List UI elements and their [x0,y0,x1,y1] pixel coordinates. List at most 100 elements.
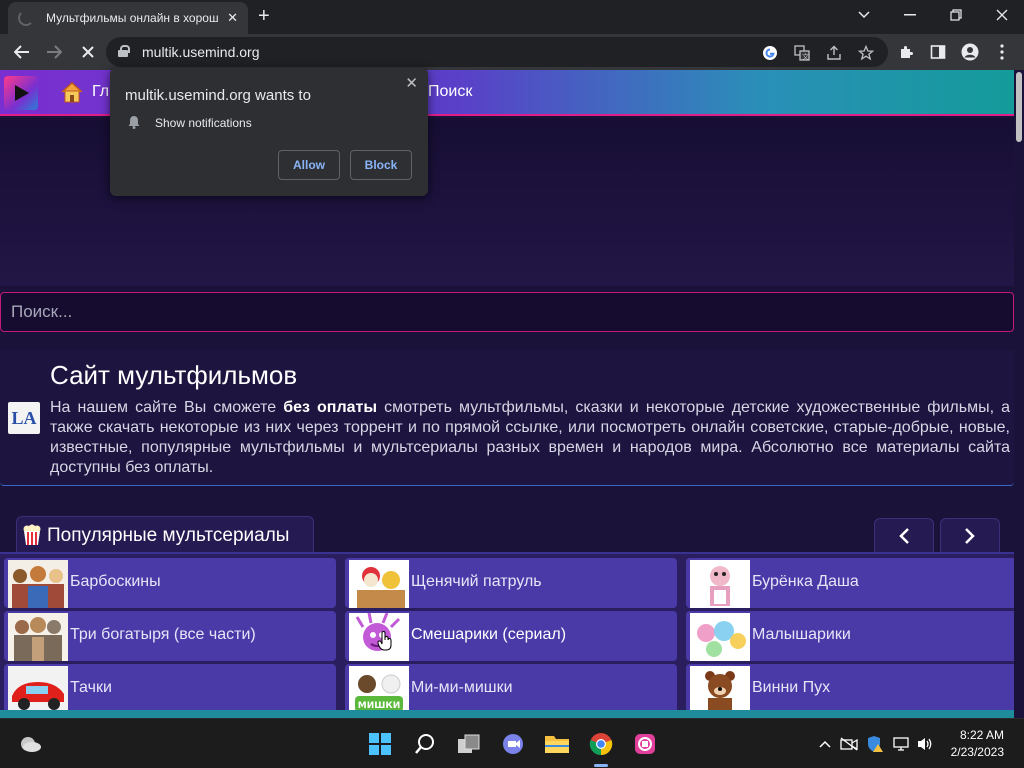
series-thumbnail [8,666,68,714]
lock-icon[interactable] [118,45,130,57]
series-card-label: Винни Пух [752,679,831,696]
camera-off-icon[interactable] [840,735,858,753]
series-thumbnail [349,560,409,608]
page-scrollbar[interactable] [1014,70,1024,718]
scrollbar-thumb[interactable] [1016,72,1022,142]
loading-spinner-icon [18,10,34,26]
close-window-button[interactable] [980,0,1024,30]
extensions-icon[interactable] [896,42,916,62]
menu-kebab-icon[interactable] [992,42,1012,62]
back-button[interactable] [10,40,34,64]
chrome-icon[interactable] [587,730,615,758]
nav-link-search[interactable]: Поиск [428,83,472,101]
series-card-tachki[interactable]: Тачки [4,664,336,714]
task-view-icon[interactable] [455,730,483,758]
hand-cursor-icon [377,631,392,651]
carousel-next-button[interactable] [940,518,1000,552]
nav-link-home[interactable]: Гл [92,83,109,101]
start-windows-icon[interactable] [366,730,394,758]
site-search-input[interactable] [0,292,1014,332]
series-thumbnail: МИШКИ [349,666,409,714]
stop-loading-button[interactable] [76,40,100,64]
teams-chat-icon[interactable] [499,730,527,758]
bell-icon [128,116,140,129]
bookmark-star-icon[interactable] [856,43,876,63]
permission-popup-close-icon[interactable]: ✕ [405,74,418,92]
browser-toolbar: multik.usemind.org 文 [0,34,1024,70]
series-card-tri-bogatyrya[interactable]: Три богатыря (все части) [4,611,336,661]
about-section: Сайт мультфильмов LA На нашем сайте Вы с… [0,350,1014,486]
popcorn-icon [23,524,41,545]
screen: Мультфильмы онлайн в хорош ✕ + multik.us… [0,0,1024,768]
snipping-tool-icon[interactable] [631,730,659,758]
file-explorer-icon[interactable] [543,730,571,758]
about-text-bold: без оплаты [283,399,378,416]
minimize-button[interactable] [888,0,932,30]
close-icon [82,46,94,58]
close-icon [996,9,1008,21]
about-text: На нашем сайте Вы сможете без оплаты смо… [50,398,1010,478]
series-card-paw-patrol[interactable]: Щенячий патруль [345,558,677,608]
series-card-smeshariki[interactable]: Смешарики (сериал) [345,611,677,661]
windows-taskbar: 8:22 AM 2/23/2023 [0,718,1024,768]
page-bottom-strip [0,710,1014,718]
series-card-barboskiny[interactable]: Барбоскины [4,558,336,608]
notification-permission-popup: multik.usemind.org wants to ✕ Show notif… [110,68,428,196]
site-logo-play-icon[interactable] [4,76,38,110]
arrow-right-icon [47,45,62,59]
taskbar-clock[interactable]: 8:22 AM 2/23/2023 [944,727,1004,761]
series-card-burenka-dasha[interactable]: Бурёнка Даша [686,558,1014,608]
weather-widget-icon[interactable] [16,730,44,758]
browser-tabstrip: Мультфильмы онлайн в хорош ✕ + [0,0,1024,34]
series-card-label: Ми-ми-мишки [411,679,513,696]
popular-series-tab[interactable]: Популярные мультсериалы [16,516,314,554]
popular-series-grid: Барбоскины Щенячий патруль Бурёнка Даша … [0,552,1014,718]
chevron-left-icon [899,527,909,544]
about-text-start: На нашем сайте Вы сможете [50,399,284,416]
address-bar[interactable]: multik.usemind.org 文 [106,37,888,67]
permission-description: Show notifications [155,116,252,130]
series-card-vinni-pukh[interactable]: Винни Пух [686,664,1014,714]
tray-overflow-chevron-icon[interactable] [816,735,834,753]
forward-button[interactable] [42,40,66,64]
block-button[interactable]: Block [350,150,412,180]
minimize-icon [904,14,916,16]
restore-icon [950,9,962,21]
clock-date: 2/23/2023 [950,745,1004,759]
share-icon[interactable] [824,43,844,63]
series-card-label: Три богатыря (все части) [70,626,256,643]
active-app-indicator [594,764,608,767]
google-lens-icon[interactable] [760,43,780,63]
translate-icon[interactable]: 文 [792,43,812,63]
series-card-mi-mi-mishki[interactable]: МИШКИ Ми-ми-мишки [345,664,677,714]
permission-popup-title: multik.usemind.org wants to [125,87,311,104]
series-thumbnail [690,560,750,608]
search-icon[interactable] [411,730,439,758]
clock-time: 8:22 AM [959,728,1004,742]
series-thumbnail [8,560,68,608]
series-card-label: Щенячий патруль [411,573,542,590]
svg-text:文: 文 [802,52,809,61]
home-icon[interactable] [60,80,84,104]
allow-button[interactable]: Allow [278,150,340,180]
popular-series-title: Популярные мультсериалы [47,525,290,546]
side-panel-icon[interactable] [928,42,948,62]
address-url[interactable]: multik.usemind.org [142,44,260,60]
tab-close-icon[interactable]: ✕ [227,10,238,26]
series-card-label: Смешарики (сериал) [411,626,567,643]
network-icon[interactable] [892,735,910,753]
profile-avatar-icon[interactable] [960,42,980,62]
chevron-down-icon [858,11,870,19]
series-card-label: Тачки [70,679,112,696]
tab-search-button[interactable] [842,0,886,30]
security-warning-icon[interactable] [866,735,884,753]
series-card-malyshariki[interactable]: Малышарики [686,611,1014,661]
volume-icon[interactable] [916,735,934,753]
restore-button[interactable] [934,0,978,30]
browser-tab[interactable]: Мультфильмы онлайн в хорош ✕ [8,2,248,34]
series-card-label: Барбоскины [70,573,161,590]
tab-title: Мультфильмы онлайн в хорош [46,11,219,25]
new-tab-button[interactable]: + [258,6,270,26]
carousel-prev-button[interactable] [874,518,934,552]
series-thumbnail [690,666,750,714]
